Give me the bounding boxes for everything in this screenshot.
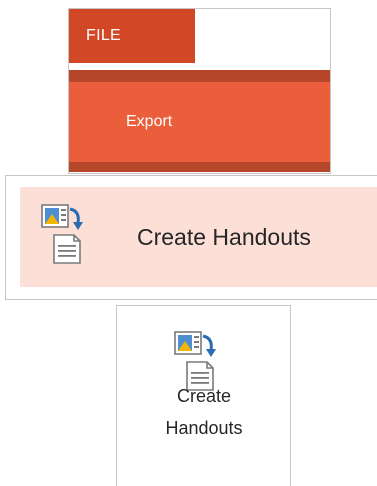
file-backstage-panel: FILE Export [68,8,331,174]
create-handouts-button-wide[interactable]: Create Handouts [20,187,377,287]
handouts-illustration: FILE Export Create Handouts Create Hando… [0,0,377,486]
file-tab[interactable]: FILE [69,9,195,63]
export-menu-item[interactable]: Export [69,82,330,162]
create-handouts-label-tall: Create Handouts [165,386,243,438]
create-handouts-panel-wide: Create Handouts [5,175,377,300]
create-handouts-panel-tall[interactable]: Create Handouts [116,305,291,486]
backstage-divider-top [69,70,330,82]
backstage-divider-bottom [69,162,330,172]
create-handouts-icon [41,204,83,264]
create-handouts-label-wide: Create Handouts [137,224,311,250]
